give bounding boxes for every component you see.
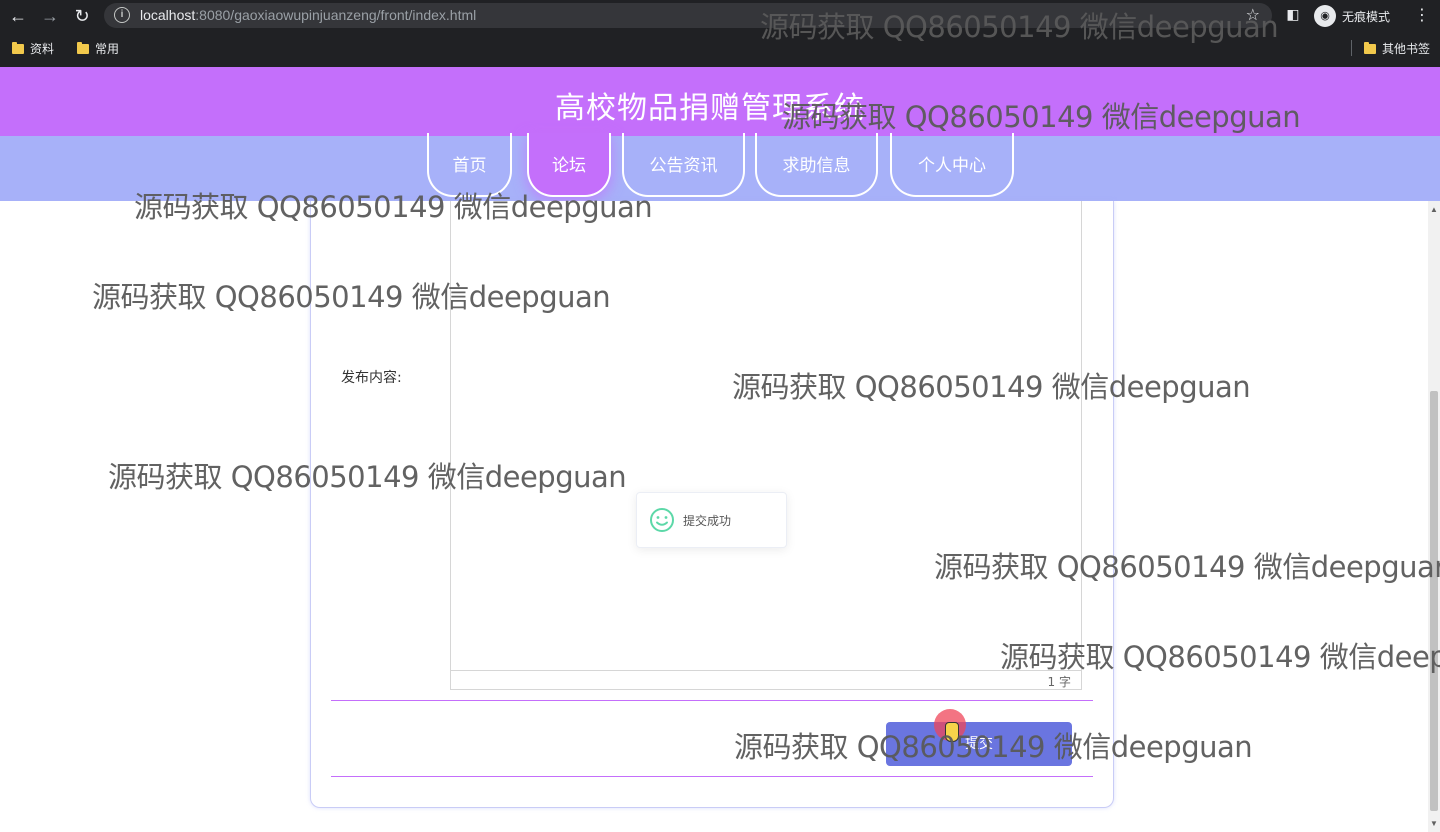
bookmark-label: 常用 — [95, 42, 120, 56]
nav-announcements[interactable]: 公告资讯 — [622, 133, 745, 197]
address-bar[interactable]: i localhost:8080/gaoxiaowupinjuanzeng/fr… — [104, 3, 1272, 28]
other-bookmarks-label: 其他书签 — [1382, 42, 1431, 56]
page-scrollbar[interactable]: ▲ ▼ — [1428, 201, 1440, 832]
folder-icon — [77, 41, 89, 54]
bookmark-label: 资料 — [30, 42, 55, 56]
incognito-label: 无痕模式 — [1342, 9, 1391, 24]
hand-cursor-icon — [945, 722, 959, 742]
toast-message: 提交成功 — [683, 513, 732, 528]
reload-icon[interactable]: ↻ — [70, 4, 94, 28]
site-title: 高校物品捐赠管理系统 — [555, 91, 865, 126]
folder-icon — [12, 41, 24, 54]
url-text[interactable]: localhost:8080/gaoxiaowupinjuanzeng/fron… — [140, 7, 476, 23]
scroll-thumb[interactable] — [1430, 391, 1438, 811]
info-icon[interactable]: i — [114, 7, 130, 23]
bookmark-folder-common[interactable]: 常用 — [77, 40, 119, 57]
bookmark-folder-resources[interactable]: 资料 — [12, 40, 54, 57]
content-label: 发布内容: — [341, 370, 402, 386]
bookmarks-bar: 资料 常用 其他书签 — [0, 36, 1440, 60]
incognito-badge[interactable]: ◉ 无痕模式 — [1314, 4, 1390, 28]
content-editor[interactable] — [450, 201, 1082, 671]
scroll-up-icon[interactable]: ▲ — [1430, 205, 1438, 214]
browser-chrome: ← → ↻ i localhost:8080/gaoxiaowupinjuanz… — [0, 0, 1440, 67]
forward-icon[interactable]: → — [38, 4, 62, 28]
main-nav: 首页 论坛 公告资讯 求助信息 个人中心 — [0, 133, 1440, 201]
submit-button[interactable]: 提交 — [886, 722, 1072, 766]
nav-help-info[interactable]: 求助信息 — [755, 133, 878, 197]
editor-footer: 1 字 — [450, 671, 1082, 690]
divider-bottom — [331, 776, 1093, 777]
side-panel-icon[interactable]: ◧ — [1284, 6, 1302, 24]
divider-top — [331, 700, 1093, 701]
browser-toolbar: ← → ↻ i localhost:8080/gaoxiaowupinjuanz… — [0, 0, 1440, 32]
site-header: 高校物品捐赠管理系统 — [0, 67, 1440, 136]
nav-home[interactable]: 首页 — [427, 133, 512, 197]
smile-icon — [649, 507, 675, 533]
folder-icon — [1364, 41, 1376, 54]
browser-menu-icon[interactable]: ⋮ — [1414, 5, 1430, 25]
char-count: 1 字 — [1047, 675, 1071, 689]
scroll-down-icon[interactable]: ▼ — [1430, 819, 1438, 828]
nav-personal-center[interactable]: 个人中心 — [890, 133, 1014, 197]
bookmark-star-icon[interactable]: ☆ — [1246, 5, 1260, 25]
back-icon[interactable]: ← — [6, 4, 30, 28]
incognito-icon: ◉ — [1314, 5, 1336, 27]
bookmarks-separator — [1351, 40, 1352, 56]
success-toast: 提交成功 — [636, 492, 787, 548]
other-bookmarks[interactable]: 其他书签 — [1364, 40, 1430, 57]
nav-forum[interactable]: 论坛 — [527, 133, 611, 197]
